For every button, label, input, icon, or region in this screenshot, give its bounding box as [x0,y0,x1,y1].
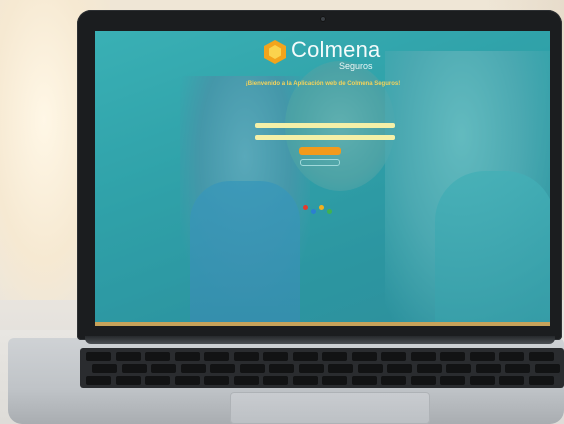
password-input[interactable] [255,135,395,140]
partner-logo-icon [303,205,308,210]
laptop-hinge [85,336,555,344]
laptop-trackpad [230,392,430,424]
quick-links [255,109,395,113]
screen-bezel-bottom [95,322,550,326]
keyboard-key [528,352,554,361]
laptop-screen: Colmena Seguros ¡Bienvenido a la Aplicac… [95,31,550,325]
keyboard-key [145,376,170,385]
keyboard-key [263,352,288,361]
keyboard-key [469,352,495,361]
keyboard-key [328,364,353,373]
keyboard-key [180,364,206,373]
keyboard-key [499,376,524,385]
keyboard-key [534,364,560,373]
keyboard-key [86,352,111,361]
keyboard-key [210,364,235,373]
keyboard-key [387,364,412,373]
keyboard-key [381,352,406,361]
keyboard-key [121,364,147,373]
partner-logo-icon [327,209,332,214]
keyboard-key [322,352,347,361]
keyboard-key [292,376,318,385]
user-input[interactable] [255,123,395,128]
keyboard-key [269,364,294,373]
keyboard-key [469,376,495,385]
keyboard-key [86,376,111,385]
login-button[interactable] [299,147,341,155]
keyboard-key [145,352,170,361]
keyboard-key [204,352,229,361]
keyboard-key [416,364,442,373]
brand-logo[interactable]: Colmena Seguros [263,37,413,77]
keyboard-key [410,376,436,385]
keyboard-key [151,364,176,373]
keyboard-key [322,376,347,385]
keyboard-key [92,364,117,373]
keyboard-key [174,376,200,385]
keyboard-key [233,376,259,385]
register-button[interactable] [300,159,340,166]
keyboard-key [357,364,383,373]
keyboard-key [440,376,465,385]
keyboard-key [505,364,530,373]
keyboard-key [298,364,324,373]
keyboard-key [381,376,406,385]
partner-logo-icon [319,205,324,210]
brand-name: Colmena [291,37,381,62]
laptop-keyboard [80,348,564,388]
keyboard-key [440,352,465,361]
login-page: Colmena Seguros ¡Bienvenido a la Aplicac… [95,31,550,325]
keyboard-key [351,352,377,361]
keyboard-key [351,376,377,385]
keyboard-key [292,352,318,361]
welcome-heading: ¡Bienvenido a la Aplicación web de Colme… [245,81,401,87]
partner-logo-icon [311,209,316,214]
keyboard-key [233,352,259,361]
partner-logos [301,203,341,221]
keyboard-key [263,376,288,385]
keyboard-key [410,352,436,361]
keyboard-key [115,352,141,361]
keyboard-key [115,376,141,385]
keyboard-key [475,364,501,373]
keyboard-key [446,364,471,373]
webcam-icon [320,16,326,22]
keyboard-key [174,352,200,361]
brand-subtitle: Seguros [339,61,373,71]
keyboard-key [239,364,265,373]
keyboard-key [204,376,229,385]
keyboard-key [499,352,524,361]
keyboard-key [528,376,554,385]
hexagon-logo-icon [264,40,286,64]
